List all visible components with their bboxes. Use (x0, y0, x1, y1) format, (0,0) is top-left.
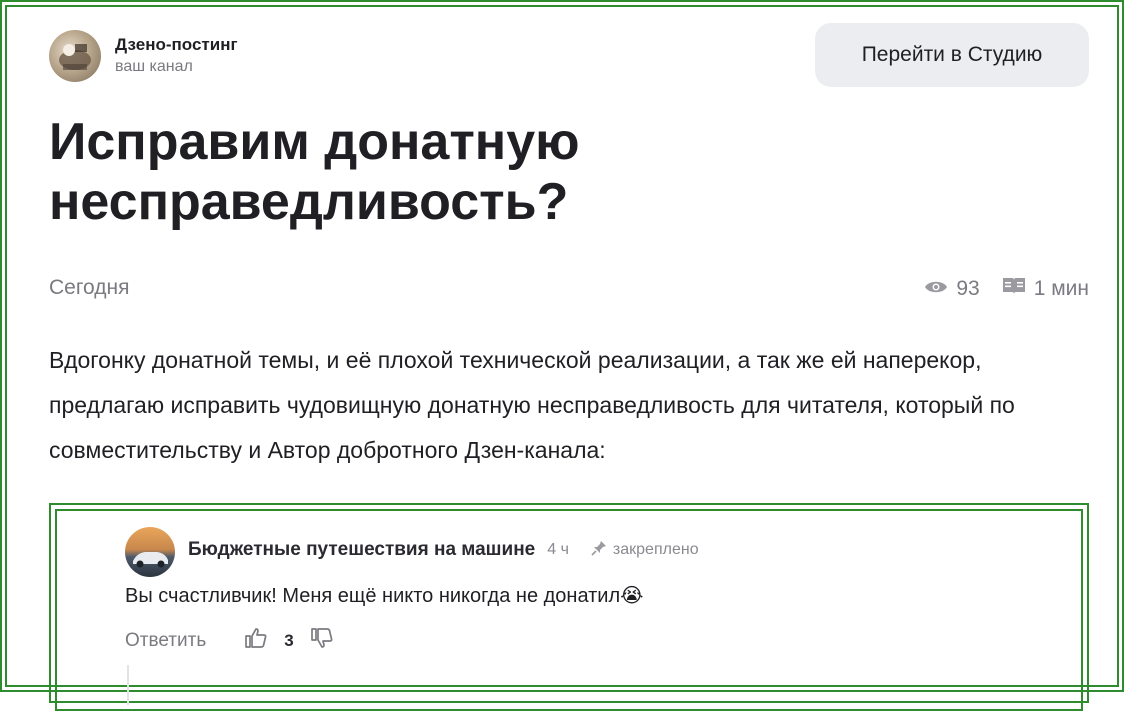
article-title: Исправим донатную несправедливость? (49, 113, 580, 231)
comment-header: Бюджетные путешествия на машине 4 ч закр… (188, 539, 699, 561)
like-icon[interactable] (244, 627, 268, 655)
comment-text: Вы счастливчик! Меня ещё никто никогда н… (125, 583, 644, 608)
dislike-icon[interactable] (310, 627, 334, 655)
like-count: 3 (284, 631, 294, 650)
publish-date: Сегодня (49, 276, 130, 299)
comment-text-body: Вы счастливчик! Меня ещё никто никогда н… (125, 585, 621, 607)
comment-author[interactable]: Бюджетные путешествия на машине (188, 539, 535, 561)
reply-button[interactable]: Ответить (125, 630, 206, 652)
pinned-label: закреплено (591, 540, 699, 561)
book-icon (1002, 276, 1026, 302)
views-count: 93 (956, 277, 980, 300)
pinned-text: закреплено (612, 541, 699, 558)
channel-subtitle: ваш канал (115, 58, 193, 75)
go-to-studio-button[interactable]: Перейти в Студию (815, 23, 1089, 87)
comment-time: 4 ч (547, 541, 569, 558)
article-body: Вдогонку донатной темы, и её плохой техн… (49, 347, 1015, 463)
channel-name[interactable]: Дзено-постинг (115, 34, 238, 56)
channel-header[interactable]: Дзено-постинг ваш канал (49, 30, 238, 82)
comment-screenshot: Бюджетные путешествия на машине 4 ч закр… (49, 503, 1089, 711)
crying-emoji-icon: 😭 (620, 585, 644, 607)
article-meta: 93 1 мин (924, 276, 1089, 302)
comment-actions: Ответить 3 (125, 627, 334, 655)
channel-avatar[interactable] (49, 30, 101, 82)
read-time: 1 мин (1033, 277, 1089, 300)
pin-icon (591, 540, 613, 561)
eye-icon (924, 277, 948, 301)
commenter-avatar[interactable] (125, 527, 175, 577)
thread-line (127, 665, 129, 705)
